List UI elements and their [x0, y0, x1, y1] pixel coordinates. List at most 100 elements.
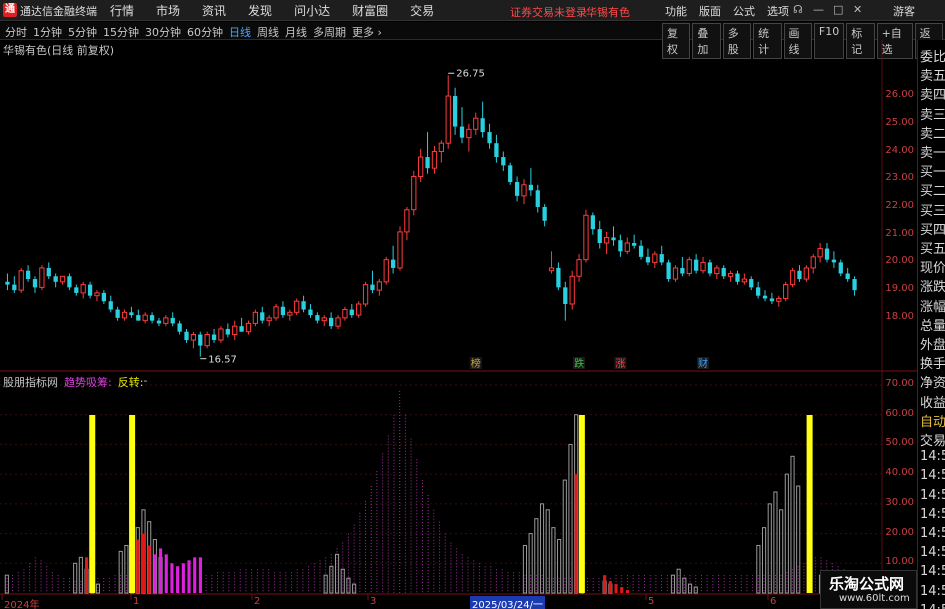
indicator-red-bar — [608, 581, 612, 593]
indicator-y-tick-label: 20.00 — [885, 526, 914, 538]
indicator-grey-bar — [568, 443, 573, 594]
x-tick-label: 5 — [648, 596, 655, 607]
indicator-y-tick-label: 70.00 — [885, 378, 914, 389]
candle-body — [74, 287, 79, 293]
candle-body — [487, 132, 492, 144]
quote-panel-item: 卖五 — [920, 69, 945, 85]
candle-body — [508, 165, 513, 182]
indicator-magenta-bar — [170, 563, 174, 593]
candle-body — [459, 126, 465, 138]
indicator-red-bar — [620, 587, 624, 593]
candle-body — [321, 317, 327, 322]
candle-body — [149, 315, 155, 321]
candle-body — [611, 237, 616, 241]
indicator-y-tick-label: 50.00 — [885, 437, 914, 449]
indicator-red-bar — [147, 545, 151, 593]
candle-body — [624, 242, 630, 252]
indicator-line2-value: - — [143, 374, 148, 387]
kline-chart[interactable]: 26.75 16.57 榜 跌 涨 财 — [0, 0, 917, 609]
candle-body — [211, 334, 217, 341]
candle-body — [397, 231, 403, 269]
y-tick-label: 21.00 — [885, 227, 914, 239]
indicator-grey-bar — [522, 544, 528, 594]
candle-body — [383, 259, 389, 283]
y-tick-label: 22.00 — [885, 199, 914, 211]
y-tick-label: 26.00 — [885, 89, 914, 101]
quote-panel-item: 涨跌 — [920, 280, 945, 296]
indicator-grey-bar — [676, 568, 681, 594]
candle-body — [315, 315, 320, 321]
indicator-yellow-signal — [129, 415, 136, 593]
candle-body — [694, 259, 699, 271]
candle-body — [659, 254, 664, 263]
candle-body — [266, 317, 272, 322]
quote-panel-item: 总量 — [920, 318, 945, 334]
candle-body — [666, 262, 671, 280]
quote-panel-item: 卖一 — [920, 146, 945, 161]
candle-body — [494, 143, 499, 158]
candle-body — [115, 309, 120, 318]
candle-body — [583, 214, 589, 261]
quote-panel-item: 买三 — [920, 203, 945, 219]
indicator-name: 股朋指标网 — [3, 376, 58, 389]
candle-body — [101, 292, 106, 302]
y-tick-label: 20.00 — [885, 255, 914, 267]
event-marker-label: 涨 — [615, 358, 625, 370]
quote-panel-item: 14:56 — [920, 449, 945, 465]
candle-body — [356, 303, 362, 316]
x-tick-label: 1 — [133, 596, 140, 607]
candle-body — [563, 287, 568, 304]
event-marker-label: 跌 — [574, 357, 584, 370]
candle-body — [121, 311, 128, 319]
quote-panel-item: 14:56 — [920, 564, 945, 580]
candle-body — [603, 236, 610, 244]
candle-body — [25, 270, 31, 280]
quote-panel-item: 买二 — [920, 184, 945, 200]
candle-body — [817, 248, 823, 258]
candle-body — [349, 309, 354, 316]
candle-body — [204, 334, 210, 347]
quote-panel-item: 14:56 — [920, 506, 945, 522]
quote-panel-item: 交易 — [920, 434, 945, 449]
candle-body — [287, 311, 293, 316]
indicator-red-bar — [625, 590, 629, 593]
candle-body — [390, 259, 396, 268]
candle-body — [108, 301, 113, 310]
candle-body — [556, 267, 561, 288]
indicator-red-bar — [614, 584, 618, 593]
quote-panel-item: 14:56 — [920, 526, 945, 541]
min-price-label: 16.57 — [208, 355, 237, 366]
candle-body — [652, 253, 658, 263]
candle-body — [94, 292, 100, 297]
indicator-grey-bar — [323, 574, 328, 594]
candle-body — [797, 270, 802, 280]
indicator-magenta-bar — [198, 557, 202, 593]
indicator-grey-bar — [779, 509, 784, 594]
quote-panel-item: 自动 — [920, 414, 945, 430]
candle-body — [18, 270, 24, 291]
candle-body — [431, 151, 438, 169]
candle-body — [301, 301, 306, 310]
candle-body — [452, 96, 458, 127]
quote-panel-item: 14:56 — [920, 487, 945, 503]
quote-panel-item: 14:56 — [920, 468, 945, 484]
candle-body — [466, 128, 472, 139]
candle-body — [714, 267, 720, 275]
indicator-red-bar — [141, 533, 146, 593]
watermark: 乐淘公式网 www.60lt.com — [820, 570, 917, 609]
candle-body — [576, 259, 582, 277]
indicator-grey-bar — [73, 562, 78, 594]
candle-body — [445, 95, 451, 144]
x-tick-label: 2024年 — [4, 600, 40, 609]
quote-panel-item: 委比 — [920, 50, 945, 65]
candle-body — [411, 175, 417, 211]
candle-body — [756, 287, 761, 296]
candle-body — [686, 259, 692, 274]
candle-body — [32, 279, 38, 288]
candle-body — [824, 248, 830, 260]
candle-body — [548, 267, 555, 272]
indicator-y-tick-label: 60.00 — [885, 407, 914, 419]
quote-panel-item: 外盘 — [920, 338, 945, 353]
candle-body — [514, 182, 520, 196]
candle-body — [473, 117, 479, 130]
